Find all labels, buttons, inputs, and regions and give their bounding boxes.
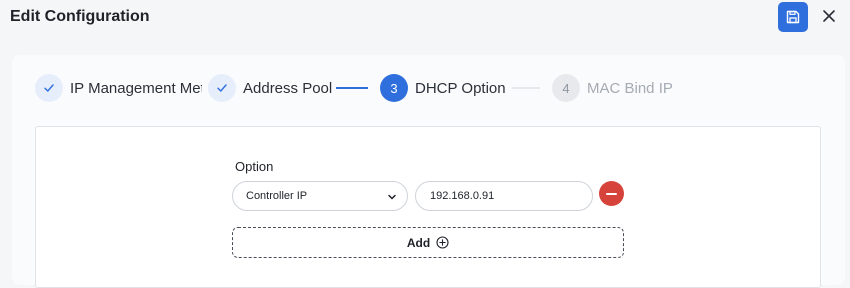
minus-icon bbox=[606, 192, 617, 195]
option-type-value: Controller IP bbox=[246, 190, 308, 202]
close-icon bbox=[823, 10, 835, 22]
remove-option-button[interactable] bbox=[599, 181, 624, 206]
step-mac-bind-ip[interactable]: 4 MAC Bind IP bbox=[552, 74, 673, 102]
step-dhcp-option[interactable]: 3 DHCP Option bbox=[380, 74, 506, 102]
check-icon bbox=[217, 84, 227, 92]
step-connector-2-3 bbox=[336, 87, 368, 89]
add-option-label: Add bbox=[406, 235, 431, 250]
step-3-indicator: 3 bbox=[380, 74, 408, 102]
step-4-label: MAC Bind IP bbox=[587, 79, 673, 97]
step-connector-3-4 bbox=[512, 87, 540, 89]
step-2-indicator bbox=[208, 74, 236, 102]
dialog-header: Edit Configuration bbox=[0, 0, 850, 40]
option-label: Option bbox=[235, 159, 274, 174]
save-icon bbox=[786, 10, 800, 24]
add-option-button[interactable]: Add bbox=[232, 227, 624, 258]
step-1-indicator bbox=[35, 74, 63, 102]
step-address-pool[interactable]: Address Pool bbox=[208, 74, 332, 102]
step-3-label: DHCP Option bbox=[415, 79, 506, 97]
option-value-input[interactable] bbox=[415, 181, 593, 211]
save-button[interactable] bbox=[778, 2, 808, 32]
close-button[interactable] bbox=[820, 7, 838, 25]
plus-circle-icon bbox=[436, 236, 449, 249]
step-4-indicator: 4 bbox=[552, 74, 580, 102]
step-1-label: IP Management Met bbox=[70, 79, 202, 97]
chevron-down-icon bbox=[388, 194, 396, 200]
check-icon bbox=[44, 84, 54, 92]
option-type-select[interactable]: Controller IP bbox=[232, 181, 408, 211]
step-ip-management[interactable]: IP Management Met bbox=[35, 74, 202, 102]
dialog-title: Edit Configuration bbox=[10, 8, 150, 25]
step-2-label: Address Pool bbox=[243, 79, 333, 97]
